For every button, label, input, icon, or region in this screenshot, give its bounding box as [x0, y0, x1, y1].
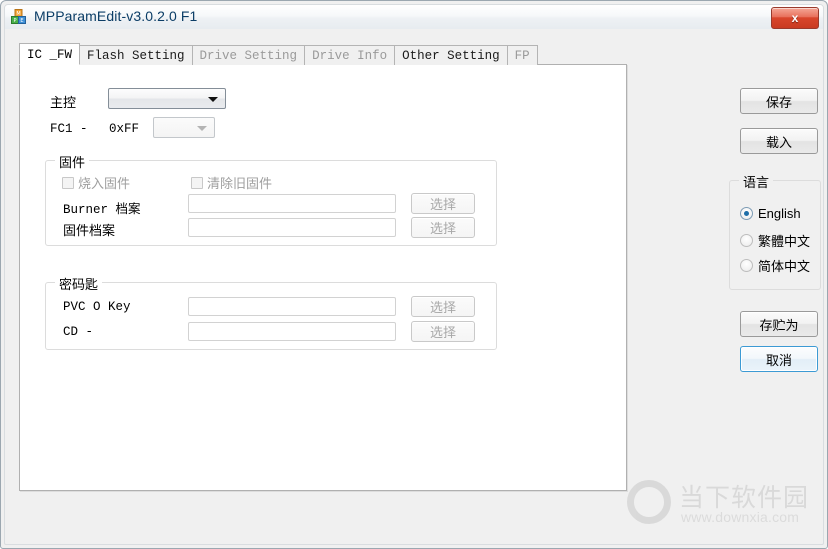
title-bar: M P E MPParamEdit-v3.0.2.0 F1 x [5, 5, 823, 29]
tab-fp: FP [506, 45, 538, 65]
window-inner-frame: M P E MPParamEdit-v3.0.2.0 F1 x IC _FW F… [4, 4, 824, 545]
radio-label: 繁體中文 [758, 235, 811, 250]
chevron-down-icon [197, 125, 207, 131]
load-button[interactable]: 载入 [740, 128, 818, 154]
radio-language-simplified-chinese[interactable]: 简体中文 [740, 256, 810, 275]
password-key-group: 密码匙 PVC O Key 选择 CD - 选择 [45, 274, 497, 350]
checkbox-label: 烧入固件 [78, 177, 131, 192]
checkbox-clear-old-firmware: 清除旧固件 [191, 173, 272, 192]
firmware-group: 固件 烧入固件 清除旧固件 Burner 档案 选择 固件档案 选择 [45, 152, 497, 246]
close-button[interactable]: x [771, 7, 819, 29]
cancel-button[interactable]: 取消 [740, 346, 818, 372]
language-group-legend: 语言 [739, 172, 774, 191]
radio-dot [740, 207, 753, 220]
burner-file-input[interactable] [188, 194, 396, 213]
tab-drive-setting: Drive Setting [191, 45, 306, 65]
svg-text:P: P [13, 18, 16, 24]
pvc-key-browse-button: 选择 [411, 296, 475, 317]
checkbox-box [62, 176, 74, 189]
firmware-group-legend: 固件 [55, 152, 90, 171]
firmware-file-browse-button: 选择 [411, 217, 475, 238]
watermark-ring-icon [627, 480, 671, 524]
watermark: 当下软件园 www.downxia.com [627, 478, 810, 530]
tab-ic-fw[interactable]: IC _FW [19, 43, 81, 65]
burner-file-label: Burner 档案 [63, 203, 141, 217]
burner-file-browse-button: 选择 [411, 193, 475, 214]
tab-drive-info: Drive Info [304, 45, 396, 65]
checkbox-burn-firmware: 烧入固件 [62, 173, 130, 192]
radio-label: English [758, 206, 801, 221]
app-blocks-icon: M P E [11, 9, 26, 24]
pvc-key-label: PVC O Key [63, 300, 131, 314]
firmware-file-label: 固件档案 [63, 224, 116, 239]
pvc-key-input[interactable] [188, 297, 396, 316]
tab-content-panel: 主控 FC1 - 0xFF 固件 烧入固件 清除旧固件 Burner 档案 选择… [19, 64, 627, 491]
language-group: 语言 English 繁體中文 简体中文 [729, 172, 821, 290]
radio-dot [740, 234, 753, 247]
tab-strip: IC _FW Flash Setting Drive Setting Drive… [19, 43, 538, 65]
watermark-url: www.downxia.com [681, 509, 800, 525]
radio-language-english[interactable]: English [740, 206, 801, 221]
svg-text:E: E [20, 18, 23, 24]
radio-label: 简体中文 [758, 260, 811, 275]
fc-row-value: 0xFF [109, 122, 140, 136]
tab-other-setting[interactable]: Other Setting [394, 45, 508, 65]
controller-combo[interactable] [108, 88, 226, 109]
radio-dot [740, 259, 753, 272]
chevron-down-icon [208, 96, 218, 102]
cd-key-browse-button: 选择 [411, 321, 475, 342]
window-title: MPParamEdit-v3.0.2.0 F1 [34, 8, 198, 24]
save-button[interactable]: 保存 [740, 88, 818, 114]
close-icon: x [791, 11, 799, 25]
checkbox-box [191, 176, 203, 189]
watermark-text: 当下软件园 [679, 483, 810, 512]
application-window: M P E MPParamEdit-v3.0.2.0 F1 x IC _FW F… [0, 0, 828, 549]
fc-row-label: FC1 - [50, 122, 88, 136]
tab-flash-setting[interactable]: Flash Setting [79, 45, 193, 65]
cd-key-label: CD - [63, 325, 94, 339]
radio-language-traditional-chinese[interactable]: 繁體中文 [740, 231, 810, 250]
fc-row-combo [153, 117, 215, 138]
cd-key-input[interactable] [188, 322, 396, 341]
password-key-group-legend: 密码匙 [55, 274, 103, 293]
firmware-file-input[interactable] [188, 218, 396, 237]
save-as-button[interactable]: 存贮为 [740, 311, 818, 337]
checkbox-label: 清除旧固件 [207, 177, 273, 192]
controller-label: 主控 [50, 96, 77, 111]
